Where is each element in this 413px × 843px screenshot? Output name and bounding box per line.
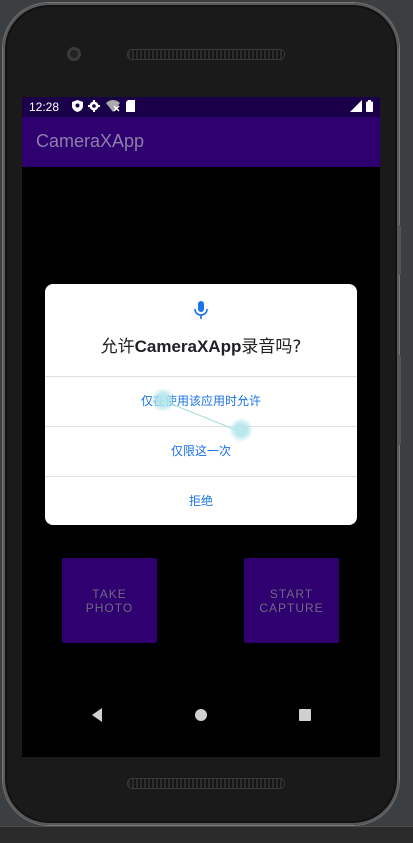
dialog-title: 允许CameraXApp录音吗? — [45, 332, 357, 357]
allow-while-using-button[interactable]: 仅在使用该应用时允许 — [45, 376, 357, 426]
start-capture-button[interactable]: START CAPTURE — [244, 558, 339, 643]
navigation-bar — [22, 697, 380, 737]
front-camera — [67, 47, 81, 61]
status-time: 12:28 — [29, 100, 60, 114]
sim-card-icon — [126, 100, 135, 115]
emulator-bottom-bar — [0, 826, 413, 843]
device-screen: 12:28 CameraXApp TAKE PHOTO START CAPTUR… — [22, 97, 380, 757]
app-bar: CameraXApp — [22, 117, 380, 167]
dialog-title-prefix: 允许 — [100, 337, 135, 357]
deny-button[interactable]: 拒绝 — [45, 476, 357, 525]
dialog-title-suffix: 录音吗? — [241, 337, 302, 357]
app-title: CameraXApp — [36, 131, 145, 151]
bottom-speaker — [127, 778, 285, 789]
recents-icon[interactable] — [298, 707, 312, 727]
touch-indicator-start — [151, 388, 175, 412]
dialog-title-app: CameraXApp — [134, 337, 242, 356]
microphone-icon — [191, 300, 211, 320]
back-icon[interactable] — [90, 707, 104, 727]
power-button[interactable] — [397, 225, 401, 275]
volume-button[interactable] — [397, 355, 401, 445]
status-bar: 12:28 — [22, 97, 380, 117]
touch-indicator-end — [229, 418, 253, 442]
permission-dialog: 允许CameraXApp录音吗? 仅在使用该应用时允许 仅限这一次 拒绝 — [45, 284, 357, 525]
signal-icon — [350, 100, 362, 115]
top-speaker — [127, 49, 285, 60]
start-capture-label: START CAPTURE — [259, 586, 324, 615]
home-icon[interactable] — [194, 707, 208, 727]
take-photo-button[interactable]: TAKE PHOTO — [62, 558, 157, 643]
wifi-off-icon — [106, 100, 120, 115]
battery-icon — [366, 100, 373, 115]
take-photo-label: TAKE PHOTO — [85, 586, 134, 615]
shield-icon — [72, 100, 83, 115]
gear-icon — [88, 100, 100, 115]
allow-once-button[interactable]: 仅限这一次 — [45, 426, 357, 476]
